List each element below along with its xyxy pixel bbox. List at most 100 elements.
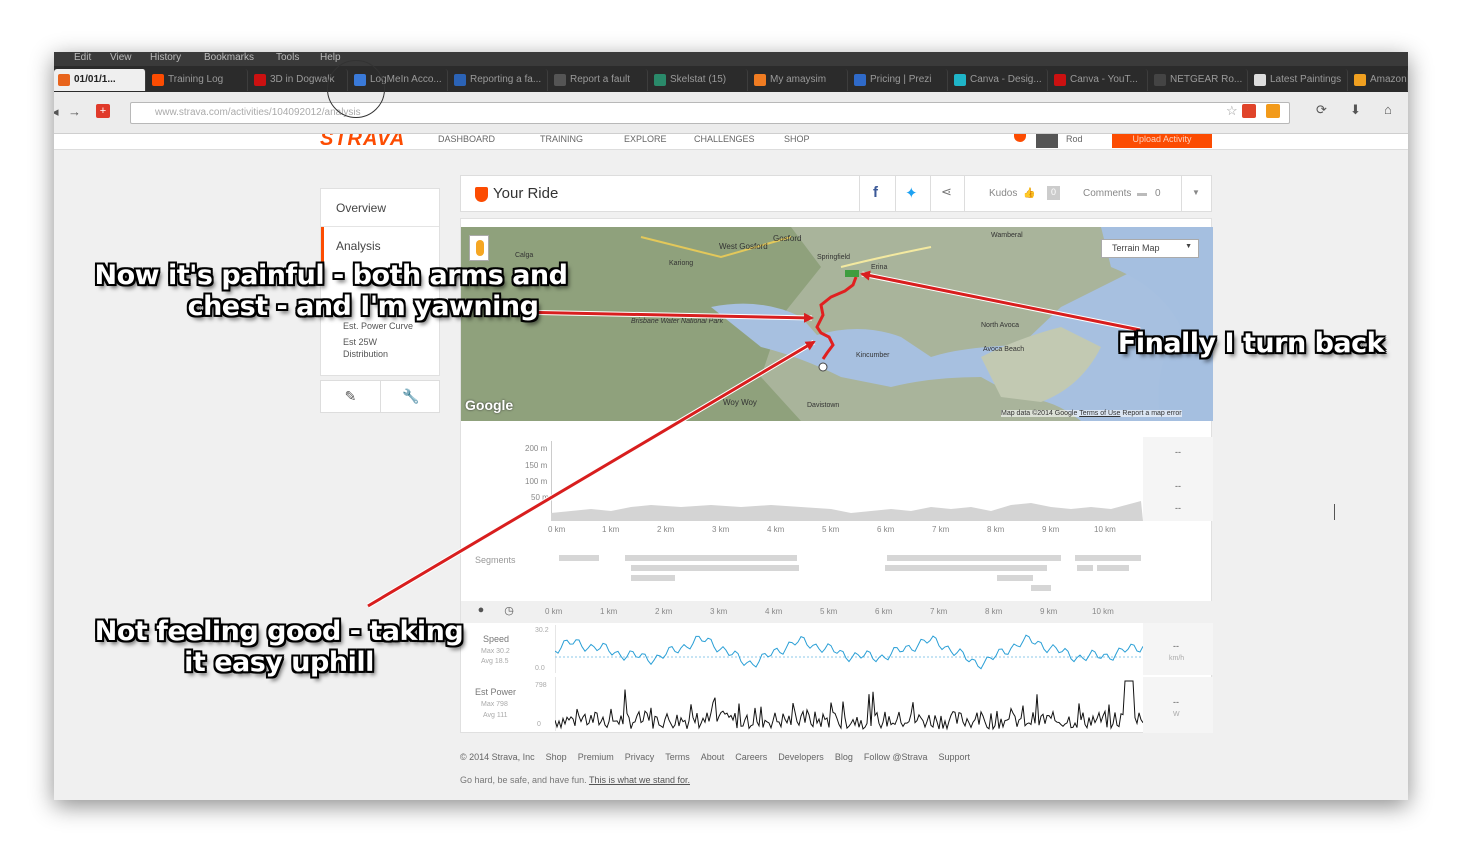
menu-help[interactable]: Help bbox=[320, 52, 341, 63]
reload-icon[interactable]: ⟳ bbox=[1316, 102, 1327, 118]
nav-dashboard[interactable]: DASHBOARD bbox=[438, 134, 495, 144]
map-type-select[interactable]: Terrain Map ▼ bbox=[1101, 239, 1199, 258]
footer-link-careers[interactable]: Careers bbox=[735, 752, 767, 762]
menu-tools[interactable]: Tools bbox=[276, 52, 299, 63]
tab-amaysim[interactable]: My amaysim bbox=[750, 69, 848, 91]
divider bbox=[1181, 176, 1182, 211]
comment-icon[interactable]: ▬ bbox=[1137, 188, 1147, 199]
elev-tick-100: 100 m bbox=[525, 477, 548, 486]
avatar[interactable] bbox=[1036, 134, 1058, 148]
speed-chart[interactable] bbox=[555, 625, 1143, 673]
tab-skelstat[interactable]: Skelstat (15) bbox=[650, 69, 748, 91]
segment-bar[interactable] bbox=[1031, 585, 1051, 591]
tab-label: Training Log bbox=[168, 74, 224, 85]
chevron-down-icon[interactable]: ▼ bbox=[1192, 188, 1200, 197]
footer-link-shop[interactable]: Shop bbox=[546, 752, 567, 762]
edit-pencil-icon[interactable]: ✎ bbox=[321, 381, 381, 412]
url-bar[interactable]: www.strava.com/activities/104092012/anal… bbox=[130, 102, 1290, 124]
sidebar-sub-distribution[interactable]: Distribution bbox=[321, 349, 439, 375]
nav-challenges[interactable]: CHALLENGES bbox=[694, 134, 755, 144]
tab-label: 01/01/1... bbox=[74, 74, 116, 85]
footer-link-blog[interactable]: Blog bbox=[835, 752, 853, 762]
segment-bar[interactable] bbox=[997, 575, 1033, 581]
menu-view[interactable]: View bbox=[110, 52, 132, 63]
map-terms-link[interactable]: Terms of Use bbox=[1079, 410, 1120, 417]
tab-reporting[interactable]: Reporting a fa... bbox=[450, 69, 548, 91]
footer-link-premium[interactable]: Premium bbox=[578, 752, 614, 762]
power-chart[interactable] bbox=[555, 677, 1143, 731]
footer-link-developers[interactable]: Developers bbox=[778, 752, 824, 762]
menu-edit[interactable]: Edit bbox=[74, 52, 91, 63]
footer-link-privacy[interactable]: Privacy bbox=[625, 752, 655, 762]
sidebar-item-overview[interactable]: Overview bbox=[321, 189, 439, 227]
nav-training[interactable]: TRAINING bbox=[540, 134, 583, 144]
dist-tick-6: 6 km bbox=[877, 525, 895, 534]
street-view-pegman-icon[interactable] bbox=[469, 235, 489, 261]
strava-logo[interactable]: STRAVA bbox=[320, 134, 405, 149]
home-icon[interactable]: ⌂ bbox=[1384, 102, 1392, 117]
tab-canva[interactable]: Canva - Desig... bbox=[950, 69, 1048, 91]
elevation-profile[interactable] bbox=[551, 441, 1143, 521]
segment-bar[interactable] bbox=[887, 555, 1061, 561]
tab-amazon[interactable]: Amazon bbox=[1350, 69, 1408, 91]
route-map[interactable]: Gosford West Gosford Kariong Springfield… bbox=[461, 227, 1213, 421]
star-icon[interactable]: ☆ bbox=[1226, 103, 1238, 119]
strava-header: STRAVA DASHBOARD TRAINING EXPLORE CHALLE… bbox=[54, 134, 1408, 150]
place-calga: Calga bbox=[515, 252, 533, 259]
nav-shop[interactable]: SHOP bbox=[784, 134, 810, 144]
thumbs-up-icon[interactable]: 👍 bbox=[1023, 188, 1035, 199]
place-north-avoca: North Avoca bbox=[981, 322, 1019, 329]
segment-bar[interactable] bbox=[1075, 555, 1141, 561]
nav-explore[interactable]: EXPLORE bbox=[624, 134, 667, 144]
footer-link-terms[interactable]: Terms bbox=[665, 752, 690, 762]
tab-netgear[interactable]: NETGEAR Ro... bbox=[1150, 69, 1248, 91]
dist-tick-2: 2 km bbox=[655, 607, 673, 616]
tab-training-log[interactable]: Training Log bbox=[148, 69, 248, 91]
footer-link-about[interactable]: About bbox=[701, 752, 725, 762]
map-report-link[interactable]: Report a map error bbox=[1122, 410, 1181, 417]
tab-report-fault[interactable]: Report a fault bbox=[550, 69, 648, 91]
clock-icon[interactable]: ◷ bbox=[497, 604, 521, 620]
forward-icon[interactable]: → bbox=[68, 104, 81, 119]
facebook-icon[interactable]: f bbox=[873, 184, 878, 201]
tagline-link[interactable]: This is what we stand for. bbox=[589, 775, 690, 785]
dist-tick-8: 8 km bbox=[985, 607, 1003, 616]
speed-line bbox=[555, 634, 1143, 670]
segment-bar[interactable] bbox=[559, 555, 599, 561]
kudos-label[interactable]: Kudos bbox=[989, 188, 1017, 199]
back-icon[interactable]: ◂ bbox=[54, 104, 59, 120]
twitter-icon[interactable]: ✦ bbox=[905, 184, 918, 202]
tab-active[interactable]: 01/01/1... bbox=[54, 69, 146, 91]
comments-label[interactable]: Comments bbox=[1083, 188, 1131, 199]
notification-shield-icon[interactable] bbox=[1014, 134, 1026, 142]
footer-link-follow[interactable]: Follow @Strava bbox=[864, 752, 928, 762]
user-name[interactable]: Rod bbox=[1066, 134, 1083, 144]
power-side-column: -- W bbox=[1143, 677, 1213, 733]
segment-bar[interactable] bbox=[885, 565, 1047, 571]
tab-label: Canva - Desig... bbox=[970, 74, 1042, 85]
segment-bar[interactable] bbox=[625, 555, 797, 561]
menu-history[interactable]: History bbox=[150, 52, 181, 63]
upload-activity-button[interactable]: Upload Activity bbox=[1112, 134, 1212, 148]
dist-tick-9: 9 km bbox=[1042, 525, 1060, 534]
location-pin-icon[interactable]: ● bbox=[469, 604, 493, 620]
tab-paintings[interactable]: Latest Paintings bbox=[1250, 69, 1348, 91]
wrench-icon[interactable]: 🔧 bbox=[381, 381, 441, 412]
sidebar-sub-est-25w[interactable]: Est 25W bbox=[321, 333, 439, 349]
tagline-text: Go hard, be safe, and have fun. bbox=[460, 775, 587, 785]
tab-canva-youtube[interactable]: Canva - YouT... bbox=[1050, 69, 1148, 91]
segment-bar[interactable] bbox=[631, 575, 675, 581]
segment-bar[interactable] bbox=[1077, 565, 1093, 571]
share-icon[interactable]: ⋖ bbox=[941, 184, 952, 200]
menu-bookmarks[interactable]: Bookmarks bbox=[204, 52, 254, 63]
addon-icon[interactable]: + bbox=[96, 104, 110, 118]
addon-red-icon[interactable] bbox=[1242, 104, 1256, 118]
segment-bar[interactable] bbox=[631, 565, 799, 571]
speed-avg: Avg 18.5 bbox=[481, 658, 509, 665]
footer-link-support[interactable]: Support bbox=[938, 752, 970, 762]
tab-prezi[interactable]: Pricing | Prezi bbox=[850, 69, 948, 91]
segment-bar[interactable] bbox=[1097, 565, 1129, 571]
download-icon[interactable]: ⬇ bbox=[1350, 102, 1361, 118]
ride-title-bar: Your Ride f ✦ ⋖ Kudos 👍 0 Comments ▬ 0 ▼ bbox=[460, 175, 1212, 212]
rss-icon[interactable] bbox=[1266, 104, 1280, 118]
